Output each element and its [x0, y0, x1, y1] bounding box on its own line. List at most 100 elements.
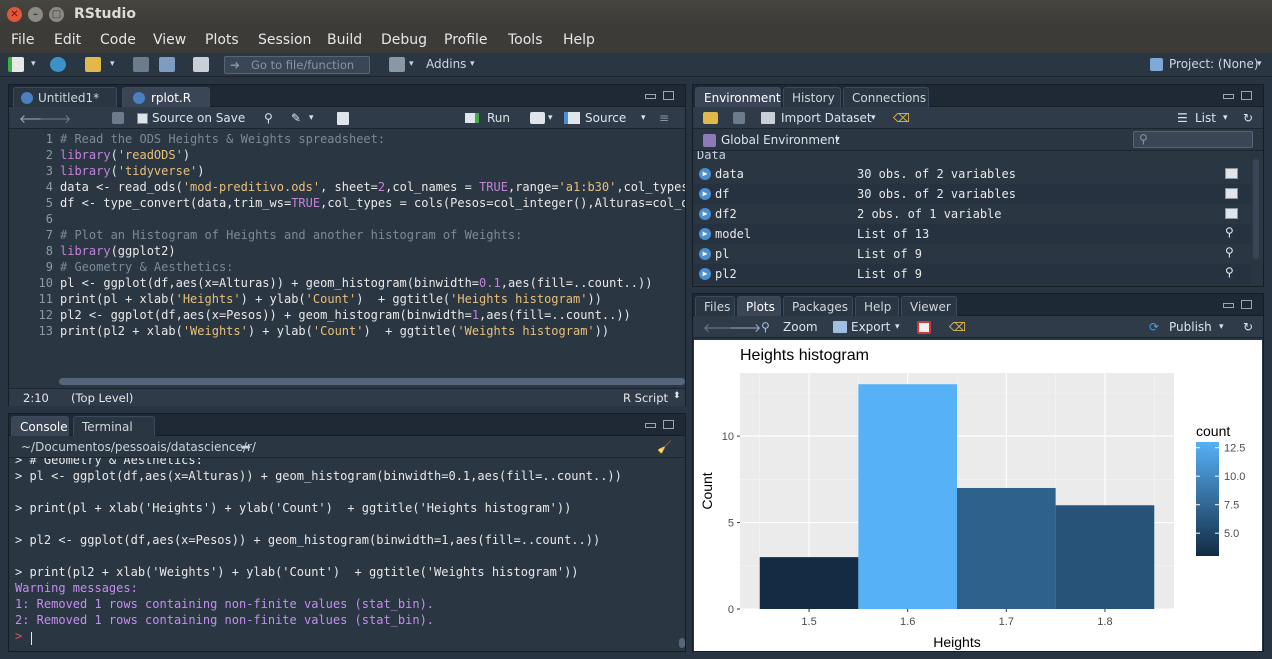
environment-search-input[interactable]: ⚲ [1133, 131, 1253, 148]
horizontal-scrollbar[interactable] [59, 376, 685, 386]
outline-icon[interactable]: ≡ [659, 111, 669, 125]
menu-help[interactable]: Help [563, 32, 595, 48]
magnify-icon[interactable]: ⚲ [1225, 225, 1234, 239]
publish-button[interactable]: Publish [1169, 320, 1212, 334]
view-mode-menu[interactable]: List [1195, 111, 1216, 125]
tab-rplot[interactable]: rplot.R ✕ [122, 87, 210, 119]
tab-viewer[interactable]: Viewer [901, 296, 957, 316]
dropdown-arrow-icon[interactable]: ▾ [835, 135, 840, 145]
clear-console-icon[interactable]: 🧹 [657, 440, 672, 454]
save-icon[interactable] [112, 112, 124, 124]
expand-icon[interactable]: ▶ [699, 208, 711, 220]
expand-icon[interactable]: ▶ [699, 268, 711, 280]
import-dataset-button[interactable]: Import Dataset [781, 111, 872, 125]
menu-file[interactable]: File [11, 32, 34, 48]
global-environment-menu[interactable]: Global Environment [721, 133, 840, 147]
rerun-icon[interactable] [530, 112, 545, 124]
maximize-icon[interactable]: □ [49, 7, 64, 22]
zoom-button[interactable]: Zoom [783, 320, 818, 334]
minimize-pane-icon[interactable] [645, 94, 656, 99]
expand-icon[interactable]: ▶ [699, 168, 711, 180]
dropdown-arrow-icon[interactable]: ▾ [871, 113, 876, 123]
new-project-icon[interactable] [50, 57, 66, 72]
source-on-save-checkbox[interactable] [137, 113, 148, 124]
tab-history[interactable]: History [783, 87, 841, 107]
dropdown-arrow-icon[interactable]: ▾ [1257, 59, 1262, 69]
tab-plots[interactable]: Plots [737, 296, 781, 316]
menu-session[interactable]: Session [258, 32, 311, 48]
dropdown-arrow-icon[interactable]: ▾ [641, 113, 646, 123]
environment-row[interactable]: ▶ df2 2 obs. of 1 variable [693, 204, 1251, 224]
minimize-pane-icon[interactable] [645, 423, 656, 428]
tab-files[interactable]: Files [695, 296, 735, 316]
new-file-icon[interactable] [8, 57, 24, 72]
environment-row[interactable]: ▶ model List of 13 ⚲ [693, 224, 1251, 244]
print-icon[interactable] [193, 57, 209, 72]
tab-packages[interactable]: Packages [783, 296, 853, 316]
goto-directory-icon[interactable]: ➦ [241, 440, 251, 454]
tab-untitled1[interactable]: Untitled1* ✕ [13, 87, 117, 119]
compile-report-icon[interactable] [337, 112, 349, 125]
expand-icon[interactable]: ▶ [699, 248, 711, 260]
close-icon[interactable]: ✕ [7, 7, 22, 22]
table-icon[interactable] [1225, 168, 1238, 179]
environment-row[interactable]: ▶ data 30 obs. of 2 variables [693, 164, 1251, 184]
dropdown-arrow-icon[interactable]: ▾ [409, 59, 414, 69]
dropdown-arrow-icon[interactable]: ▾ [548, 113, 553, 123]
code-editor[interactable]: 1 # Read the ODS Heights & Weights spread… [9, 129, 685, 383]
dropdown-arrow-icon[interactable]: ⬍ [673, 391, 681, 401]
open-folder-icon[interactable] [85, 57, 101, 72]
menu-code[interactable]: Code [100, 32, 136, 48]
menu-view[interactable]: View [153, 32, 186, 48]
dropdown-arrow-icon[interactable]: ▾ [1223, 113, 1228, 123]
dropdown-arrow-icon[interactable]: ▾ [1219, 322, 1224, 332]
menu-edit[interactable]: Edit [54, 32, 81, 48]
maximize-pane-icon[interactable] [1241, 300, 1252, 309]
dropdown-arrow-icon[interactable]: ▾ [309, 113, 314, 123]
menu-build[interactable]: Build [327, 32, 362, 48]
magnify-icon[interactable]: ⚲ [1225, 265, 1234, 279]
refresh-icon[interactable]: ↻ [1243, 320, 1253, 334]
environment-row[interactable]: ▶ pl List of 9 ⚲ [693, 244, 1251, 264]
maximize-pane-icon[interactable] [663, 91, 674, 100]
dropdown-arrow-icon[interactable]: ▾ [470, 59, 475, 69]
source-button[interactable]: Source [585, 111, 626, 125]
next-plot-icon[interactable]: 🡒 [729, 320, 761, 335]
broom-icon[interactable]: ⌫ [893, 111, 910, 125]
tab-help[interactable]: Help [855, 296, 899, 316]
table-icon[interactable] [1225, 188, 1238, 199]
vertical-scrollbar[interactable] [677, 458, 686, 652]
file-type-menu[interactable]: R Script [623, 391, 668, 405]
addins-menu[interactable]: Addins [426, 57, 466, 71]
grid-layout-icon[interactable] [389, 57, 405, 72]
forward-arrow-icon[interactable]: 🡒 [39, 111, 71, 126]
load-workspace-icon[interactable] [703, 112, 718, 124]
magic-wand-icon[interactable]: ✎ [291, 111, 301, 125]
search-icon[interactable]: ⚲ [264, 111, 273, 125]
tab-connections[interactable]: Connections [843, 87, 929, 107]
minimize-pane-icon[interactable] [1223, 94, 1234, 99]
save-all-icon[interactable] [159, 57, 175, 72]
vertical-scrollbar[interactable] [1253, 159, 1259, 259]
maximize-pane-icon[interactable] [663, 420, 674, 429]
console-output[interactable]: > # Geometry & Aesthetics: > pl <- ggplot… [9, 458, 677, 652]
expand-icon[interactable]: ▶ [699, 228, 711, 240]
scrollbar-thumb[interactable] [679, 638, 685, 648]
export-menu[interactable]: Export [851, 320, 890, 334]
dropdown-arrow-icon[interactable]: ▾ [895, 322, 900, 332]
go-to-file-input[interactable]: Go to file/function [224, 56, 370, 74]
magnify-icon[interactable]: ⚲ [1225, 245, 1234, 259]
environment-row[interactable]: ▶ df 30 obs. of 2 variables [693, 184, 1251, 204]
environment-row[interactable]: ▶ pl2 List of 9 ⚲ [693, 264, 1251, 284]
maximize-pane-icon[interactable] [1241, 91, 1252, 100]
menu-debug[interactable]: Debug [381, 32, 427, 48]
save-workspace-icon[interactable] [733, 112, 745, 124]
dropdown-arrow-icon[interactable]: ▾ [110, 59, 115, 69]
remove-plot-icon[interactable] [917, 321, 931, 334]
broom-icon[interactable]: ⌫ [949, 320, 966, 334]
menu-profile[interactable]: Profile [444, 32, 488, 48]
save-icon[interactable] [133, 57, 149, 72]
menu-plots[interactable]: Plots [205, 32, 239, 48]
table-icon[interactable] [1225, 208, 1238, 219]
expand-icon[interactable]: ▶ [699, 188, 711, 200]
